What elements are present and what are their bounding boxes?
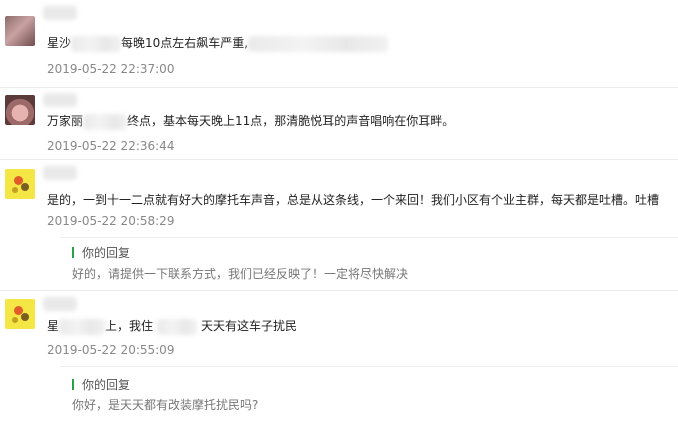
comment-text: 星沙 每晚10点左右飙车严重, [47, 35, 389, 52]
redacted-text [59, 318, 106, 335]
comment-time: 2019-05-22 22:36:44 [47, 139, 175, 153]
reply-text: 好的，请提供一下联系方式，我们已经反映了！一定将尽快解决 [72, 267, 409, 281]
comment-text-part: 万家丽 [47, 114, 84, 128]
comment-item: 是的，一到十一二点就有好大的摩托车声音，总是从这条线，一个来回！我们小区有个业主… [0, 160, 678, 291]
comment-text-part: 天天有这车子扰民 [201, 319, 298, 333]
redacted-username [43, 297, 77, 311]
comment-item: 星沙 每晚10点左右飙车严重, 2019-05-22 22:37:00 [0, 0, 678, 88]
comment-text-part: 星 [47, 319, 60, 333]
redacted-text [248, 35, 389, 52]
comment-time: 2019-05-22 20:55:09 [47, 343, 175, 357]
avatar[interactable] [5, 95, 35, 125]
comment-text-part: 每晚10点左右飙车严重, [121, 36, 249, 50]
redacted-username [43, 166, 77, 180]
redacted-text [83, 113, 128, 130]
comment-text: 万家丽 终点，基本每天晚上11点，那清脆悦耳的声音唱响在你耳畔。 [47, 113, 454, 130]
comment-item: 星 上，我住 天天有这车子扰民 2019-05-22 20:55:09 你的回复 你… [0, 291, 678, 437]
reply-indicator [72, 247, 74, 258]
comment-text-part: 上，我住 [105, 319, 154, 333]
comment-time: 2019-05-22 20:58:29 [47, 214, 175, 228]
redacted-text [71, 35, 122, 52]
redacted-username [43, 93, 77, 107]
comment-text: 星 上，我住 天天有这车子扰民 [47, 318, 297, 335]
avatar[interactable] [5, 169, 35, 199]
avatar[interactable] [5, 16, 35, 46]
comment-text-part: 星沙 [47, 36, 72, 50]
reply-text: 你好，是天天都有改装摩托扰民吗? [72, 398, 259, 412]
comment-text: 是的，一到十一二点就有好大的摩托车声音，总是从这条线，一个来回！我们小区有个业主… [47, 193, 660, 207]
redacted-text [157, 318, 198, 335]
avatar[interactable] [5, 299, 35, 329]
comment-item: 万家丽 终点，基本每天晚上11点，那清脆悦耳的声音唱响在你耳畔。 2019-05-… [0, 88, 678, 160]
redacted-username [43, 6, 77, 20]
comment-time: 2019-05-22 22:37:00 [47, 62, 175, 76]
reply-indicator [72, 379, 74, 390]
reply-box: 你的回复 你好，是天天都有改装摩托扰民吗? [60, 366, 678, 427]
reply-label: 你的回复 [82, 246, 131, 260]
comment-list: 星沙 每晚10点左右飙车严重, 2019-05-22 22:37:00 万家丽 终点… [0, 0, 678, 437]
reply-box: 你的回复 好的，请提供一下联系方式，我们已经反映了！一定将尽快解决 [60, 237, 678, 290]
reply-label: 你的回复 [82, 378, 131, 392]
comment-text-part: 终点，基本每天晚上11点，那清脆悦耳的声音唱响在你耳畔。 [127, 114, 455, 128]
